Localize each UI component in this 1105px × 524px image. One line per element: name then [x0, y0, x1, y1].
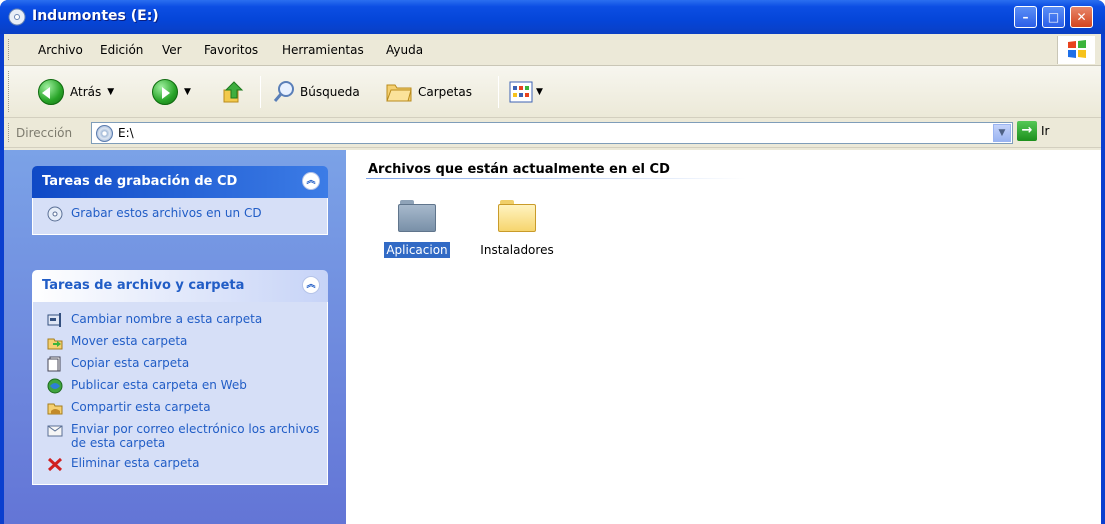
address-bar: Dirección E:\ ▼ → Ir [4, 118, 1101, 148]
back-button[interactable]: Atrás ▼ [38, 78, 114, 106]
folder-icon [498, 200, 536, 232]
back-arrow-icon [38, 79, 64, 105]
up-folder-icon [223, 81, 244, 103]
address-grip[interactable] [8, 123, 11, 142]
folder-item-instaladores[interactable]: Instaladores [472, 200, 562, 258]
rename-icon [47, 312, 63, 328]
toolbar-separator [498, 76, 499, 108]
menu-archivo[interactable]: Archivo [38, 43, 83, 57]
cd-drive-icon [96, 125, 113, 142]
maximize-button[interactable]: □ [1042, 6, 1065, 28]
up-folder-button[interactable] [220, 78, 248, 106]
burn-cd-link[interactable]: Grabar estos archivos en un CD [47, 206, 327, 222]
task-pane: Tareas de grabación de CD ︽ Grabar estos… [4, 150, 346, 524]
copy-icon [47, 356, 63, 372]
file-tasks-body: Cambiar nombre a esta carpeta Mover esta… [32, 302, 328, 485]
views-dropdown-icon[interactable]: ▼ [536, 87, 543, 97]
move-folder-link[interactable]: Mover esta carpeta [47, 334, 327, 350]
collapse-chevron-icon[interactable]: ︽ [302, 172, 320, 190]
file-tasks-panel: Tareas de archivo y carpeta ︽ Cambiar no… [32, 270, 328, 485]
search-button[interactable]: Búsqueda [272, 78, 360, 106]
publish-web-label: Publicar esta carpeta en Web [71, 378, 247, 392]
burn-cd-label: Grabar estos archivos en un CD [71, 206, 262, 220]
delete-folder-link[interactable]: Eliminar esta carpeta [47, 456, 327, 472]
menu-ayuda[interactable]: Ayuda [386, 43, 423, 57]
file-view[interactable]: Archivos que están actualmente en el CD … [346, 150, 1101, 524]
email-folder-label: Enviar por correo electrónico los archiv… [71, 422, 320, 450]
menu-bar: Archivo Edición Ver Favoritos Herramient… [4, 34, 1101, 66]
folders-icon [386, 84, 412, 102]
burn-cd-icon [47, 206, 63, 222]
copy-folder-link[interactable]: Copiar esta carpeta [47, 356, 327, 372]
views-button[interactable]: ▼ [508, 78, 543, 106]
address-label: Dirección [16, 126, 73, 140]
move-folder-label: Mover esta carpeta [71, 334, 188, 348]
cd-tasks-panel: Tareas de grabación de CD ︽ Grabar estos… [32, 166, 328, 235]
search-icon [273, 81, 294, 102]
share-folder-label: Compartir esta carpeta [71, 400, 211, 414]
cd-tasks-body: Grabar estos archivos en un CD [32, 198, 328, 235]
menu-edicion[interactable]: Edición [100, 43, 143, 57]
close-button[interactable]: ✕ [1070, 6, 1093, 28]
folders-button[interactable]: Carpetas [384, 78, 472, 106]
cd-tasks-title: Tareas de grabación de CD [42, 174, 238, 189]
share-folder-link[interactable]: Compartir esta carpeta [47, 400, 327, 416]
address-input[interactable]: E:\ ▼ [91, 122, 1013, 144]
menu-ver[interactable]: Ver [162, 43, 182, 57]
delete-folder-label: Eliminar esta carpeta [71, 456, 200, 470]
file-tasks-header[interactable]: Tareas de archivo y carpeta ︽ [32, 270, 328, 302]
go-arrow-icon: → [1017, 121, 1037, 141]
explorer-window: Indumontes (E:) – □ ✕ Archivo Edición Ve… [0, 0, 1105, 524]
rename-folder-label: Cambiar nombre a esta carpeta [71, 312, 263, 326]
email-icon [47, 422, 63, 438]
window-title: Indumontes (E:) [32, 8, 159, 24]
menu-favoritos[interactable]: Favoritos [204, 43, 258, 57]
back-label: Atrás [70, 85, 102, 99]
toolbar-grip[interactable] [8, 71, 11, 112]
go-button[interactable]: → Ir [1017, 121, 1049, 141]
address-path: E:\ [118, 126, 134, 140]
address-dropdown-icon[interactable]: ▼ [993, 124, 1011, 142]
cd-drive-icon [8, 8, 26, 26]
copy-folder-label: Copiar esta carpeta [71, 356, 190, 370]
folder-icon [398, 200, 436, 232]
delete-icon [47, 456, 63, 472]
folder-label: Instaladores [480, 243, 554, 257]
menu-grip[interactable] [8, 39, 11, 60]
rename-folder-link[interactable]: Cambiar nombre a esta carpeta [47, 312, 327, 328]
minimize-button[interactable]: – [1014, 6, 1037, 28]
windows-logo-icon [1057, 36, 1095, 64]
content-area: Tareas de grabación de CD ︽ Grabar estos… [4, 150, 1101, 524]
email-folder-link[interactable]: Enviar por correo electrónico los archiv… [47, 422, 327, 450]
standard-toolbar: Atrás ▼ ▼ Búsqueda Carpetas ▼ [4, 66, 1101, 118]
toolbar-separator [260, 76, 261, 108]
forward-arrow-icon [152, 79, 178, 105]
search-label: Búsqueda [300, 85, 360, 99]
forward-dropdown-icon[interactable]: ▼ [184, 87, 191, 97]
move-icon [47, 334, 63, 350]
collapse-chevron-icon[interactable]: ︽ [302, 276, 320, 294]
go-label: Ir [1041, 124, 1050, 138]
folders-label: Carpetas [418, 85, 472, 99]
folder-label: Aplicacion [384, 242, 450, 258]
forward-button[interactable]: ▼ [152, 78, 191, 106]
publish-web-icon [47, 378, 63, 394]
share-icon [47, 400, 63, 416]
views-icon [509, 81, 533, 103]
group-header: Archivos que están actualmente en el CD [368, 162, 670, 177]
publish-web-link[interactable]: Publicar esta carpeta en Web [47, 378, 327, 394]
cd-tasks-header[interactable]: Tareas de grabación de CD ︽ [32, 166, 328, 198]
title-bar[interactable]: Indumontes (E:) – □ ✕ [0, 0, 1105, 34]
group-divider [366, 178, 746, 179]
window-frame: Archivo Edición Ver Favoritos Herramient… [4, 34, 1101, 524]
file-tasks-title: Tareas de archivo y carpeta [42, 278, 245, 293]
back-dropdown-icon[interactable]: ▼ [107, 87, 114, 97]
menu-herramientas[interactable]: Herramientas [282, 43, 364, 57]
folder-item-aplicacion[interactable]: Aplicacion [372, 200, 462, 258]
